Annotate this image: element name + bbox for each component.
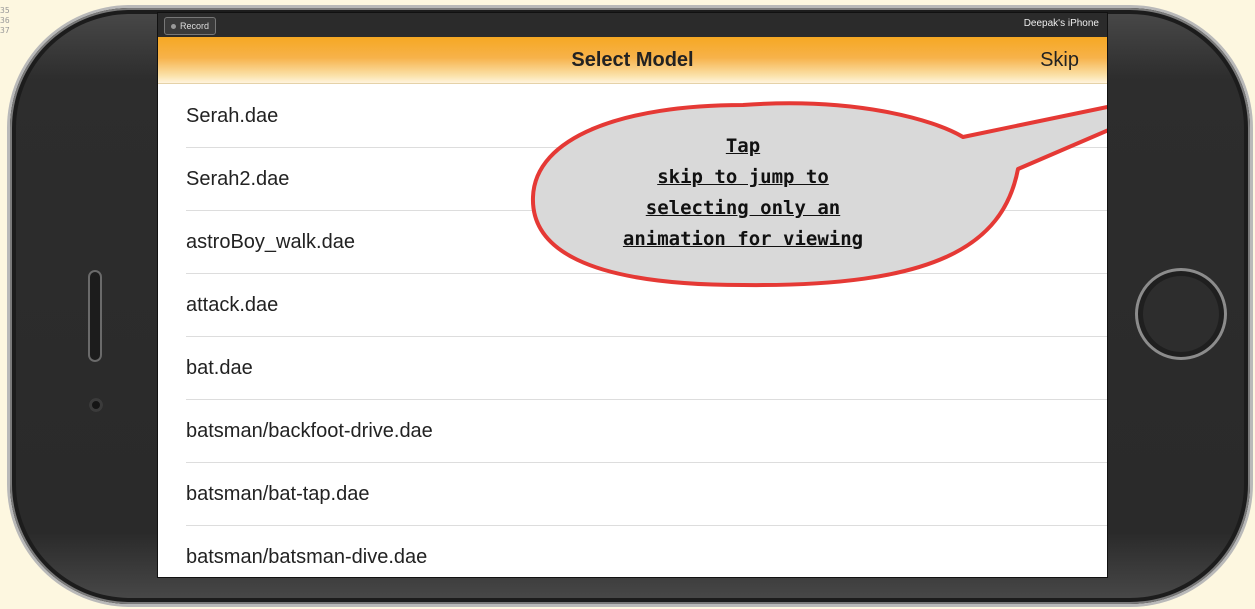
navigation-bar: Select Model Skip	[158, 37, 1107, 84]
line-number: 36	[0, 16, 10, 25]
record-label: Record	[180, 21, 210, 31]
editor-line-numbers: 35 36 37	[0, 6, 12, 36]
record-dot-icon	[171, 23, 176, 29]
device-name: Deepak's iPhone	[1023, 18, 1099, 29]
front-camera-icon	[89, 398, 103, 412]
list-item-label: bat.dae	[186, 357, 253, 379]
callout-line: skip to jump to	[657, 166, 829, 188]
callout-line: animation for viewing	[622, 228, 864, 250]
record-button[interactable]: Record	[164, 17, 217, 35]
line-number: 37	[0, 26, 10, 35]
callout-line: selecting only an	[645, 197, 841, 219]
callout-line: Tap	[725, 135, 761, 157]
list-item-label: Serah.dae	[186, 105, 279, 127]
page-title: Select Model	[571, 49, 694, 71]
device-screen: Record Deepak's iPhone Select Model Skip…	[157, 12, 1108, 578]
skip-button[interactable]: Skip	[1040, 49, 1079, 72]
list-item-label: Serah2.dae	[186, 168, 290, 190]
home-button[interactable]	[1135, 268, 1227, 360]
list-item[interactable]: batsman/bat-tap.dae	[186, 463, 1107, 526]
list-item-label: attack.dae	[186, 294, 279, 316]
list-item[interactable]: bat.dae	[186, 337, 1107, 400]
record-bar: Record Deepak's iPhone	[158, 13, 1107, 37]
list-item[interactable]: batsman/batsman-dive.dae	[186, 526, 1107, 577]
list-item-label: batsman/batsman-dive.dae	[186, 546, 428, 568]
line-number: 35	[0, 6, 10, 15]
list-item-label: astroBoy_walk.dae	[186, 231, 355, 253]
list-item-label: batsman/bat-tap.dae	[186, 483, 370, 505]
callout-text: Tap skip to jump to selecting only an an…	[533, 131, 953, 255]
speaker-grille	[88, 270, 102, 362]
callout-bubble: Tap skip to jump to selecting only an an…	[530, 97, 1107, 297]
list-item[interactable]: batsman/backfoot-drive.dae	[186, 400, 1107, 463]
list-item-label: batsman/backfoot-drive.dae	[186, 420, 433, 442]
